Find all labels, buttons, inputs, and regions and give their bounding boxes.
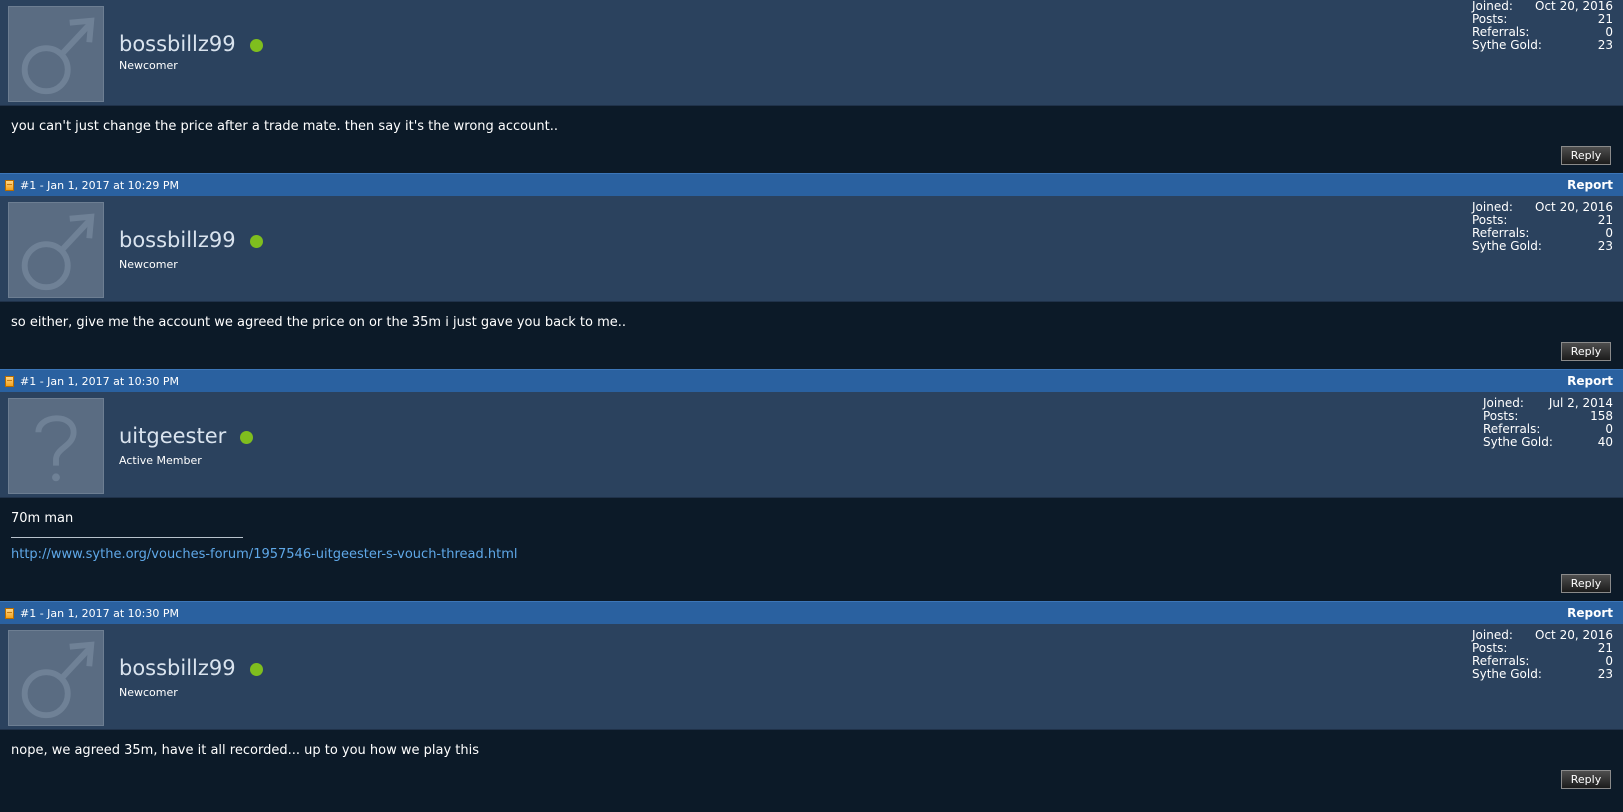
report-link[interactable]: Report <box>1567 606 1613 620</box>
gold-label: Sythe Gold: <box>1472 38 1542 52</box>
user-panel: bossbillz99 Newcomer Joined: Oct 20, 2016… <box>0 196 1623 302</box>
report-link[interactable]: Report <box>1567 374 1613 388</box>
gold-value: 23 <box>1597 38 1613 52</box>
online-status-icon <box>249 234 263 248</box>
online-status-icon <box>249 38 263 52</box>
post-body: 70m man http://www.sythe.org/vouches-for… <box>0 498 1623 601</box>
male-icon <box>21 17 95 95</box>
post-icon <box>5 607 14 619</box>
gold-label: Sythe Gold: <box>1472 667 1542 681</box>
user-stats: Joined: Oct 20, 2016 Posts: 21 Referrals: 0… <box>1472 629 1613 681</box>
post-permalink[interactable]: #1 - Jan 1, 2017 at 10:29 PM <box>20 179 179 192</box>
gold-value: 40 <box>1597 435 1613 449</box>
gold-value: 23 <box>1597 667 1613 681</box>
post-body: so either, give me the account we agreed… <box>0 302 1623 369</box>
online-status-icon <box>249 662 263 676</box>
avatar[interactable] <box>8 630 104 726</box>
username[interactable]: bossbillz99 <box>119 32 236 56</box>
post-permalink[interactable]: #1 - Jan 1, 2017 at 10:30 PM <box>20 375 179 388</box>
avatar[interactable] <box>8 202 104 298</box>
user-stats: Joined: Oct 20, 2016 Posts: 21 Referrals: 0… <box>1472 0 1613 52</box>
reply-button[interactable]: Reply <box>1561 146 1611 165</box>
unknown-icon <box>35 415 77 482</box>
post-body: nope, we agreed 35m, have it all recorde… <box>0 730 1623 797</box>
user-title: Newcomer <box>119 258 178 271</box>
report-link[interactable]: Report <box>1567 178 1613 192</box>
male-icon <box>21 641 95 719</box>
avatar[interactable] <box>8 398 104 494</box>
user-title: Active Member <box>119 454 202 467</box>
user-panel: bossbillz99 Newcomer Joined: Oct 20, 2016… <box>0 624 1623 730</box>
post-text: nope, we agreed 35m, have it all recorde… <box>11 743 480 758</box>
user-stats: Joined: Oct 20, 2016 Posts: 21 Referrals: 0… <box>1472 201 1613 253</box>
post: #1 - Jan 1, 2017 at 10:30 PM Report boss… <box>0 601 1623 797</box>
post-header: #1 - Jan 1, 2017 at 10:30 PM Report <box>0 601 1623 624</box>
avatar[interactable] <box>8 6 104 102</box>
username[interactable]: bossbillz99 <box>119 228 236 252</box>
post-permalink[interactable]: #1 - Jan 1, 2017 at 10:30 PM <box>20 607 179 620</box>
user-title: Newcomer <box>119 59 178 72</box>
user-title: Newcomer <box>119 686 178 699</box>
post-text: you can't just change the price after a … <box>11 119 558 134</box>
username-row: bossbillz99 <box>119 656 263 680</box>
gold-label: Sythe Gold: <box>1483 435 1553 449</box>
gold-label: Sythe Gold: <box>1472 239 1542 253</box>
post: #1 - Jan 1, 2017 at 10:30 PM Report uitg… <box>0 369 1623 601</box>
signature-link[interactable]: http://www.sythe.org/vouches-forum/19575… <box>11 547 517 562</box>
post-icon <box>5 179 14 191</box>
post-body: you can't just change the price after a … <box>0 106 1623 173</box>
reply-button[interactable]: Reply <box>1561 342 1611 361</box>
signature-divider <box>11 537 243 538</box>
post-text: so either, give me the account we agreed… <box>11 315 627 330</box>
reply-button[interactable]: Reply <box>1561 770 1611 789</box>
post: bossbillz99 Newcomer Joined: Oct 20, 2016… <box>0 0 1623 173</box>
username-row: bossbillz99 <box>119 32 263 56</box>
username[interactable]: uitgeester <box>119 424 226 448</box>
user-stats: Joined: Jul 2, 2014 Posts: 158 Referrals: 0… <box>1483 397 1613 449</box>
online-status-icon <box>240 430 254 444</box>
post-header: #1 - Jan 1, 2017 at 10:29 PM Report <box>0 173 1623 196</box>
username[interactable]: bossbillz99 <box>119 656 236 680</box>
gold-value: 23 <box>1597 239 1613 253</box>
username-row: uitgeester <box>119 424 254 448</box>
user-panel: bossbillz99 Newcomer Joined: Oct 20, 2016… <box>0 0 1623 106</box>
post-header: #1 - Jan 1, 2017 at 10:30 PM Report <box>0 369 1623 392</box>
post: #1 - Jan 1, 2017 at 10:29 PM Report boss… <box>0 173 1623 369</box>
post-text: 70m man <box>11 511 74 526</box>
reply-button[interactable]: Reply <box>1561 574 1611 593</box>
user-panel: uitgeester Active Member Joined: Jul 2, 2… <box>0 392 1623 498</box>
male-icon <box>21 213 95 291</box>
post-icon <box>5 375 14 387</box>
username-row: bossbillz99 <box>119 228 263 252</box>
